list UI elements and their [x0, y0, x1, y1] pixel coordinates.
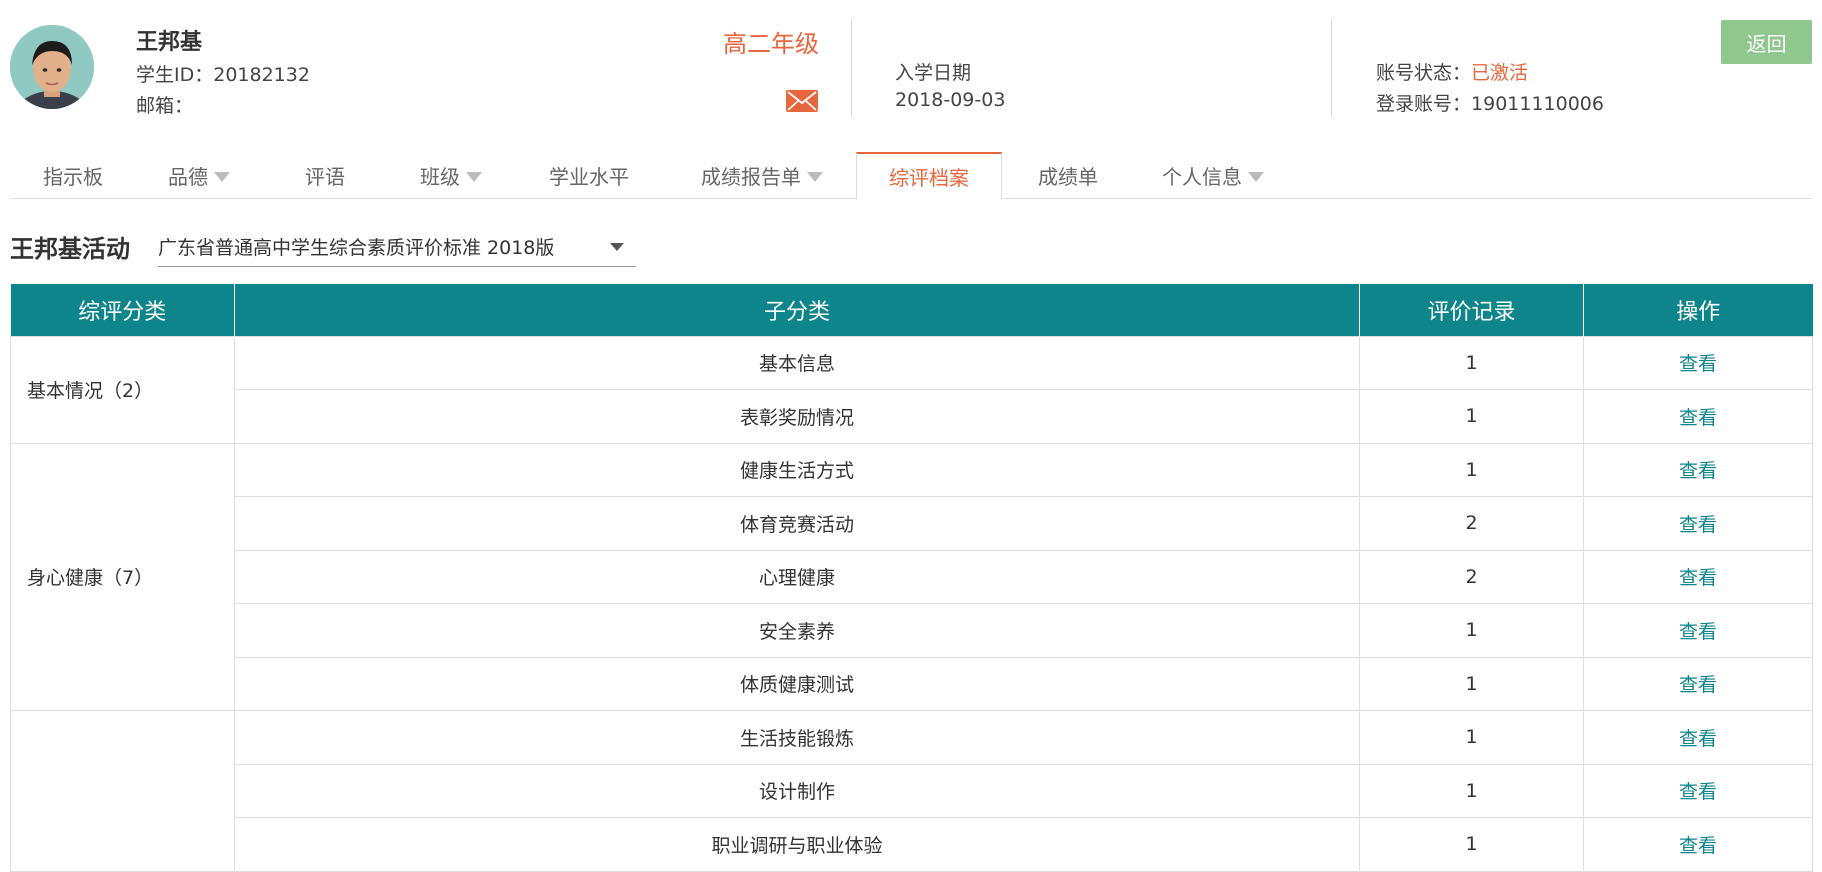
page-title: 王邦基活动 — [10, 235, 130, 263]
standard-select-value: 广东省普通高中学生综合素质评价标准 2018版 — [158, 236, 555, 259]
login-account: 登录账号：19011110006 — [1376, 89, 1604, 116]
table-row: 职业调研与职业体验 1 查看 — [11, 817, 1813, 872]
caret-down-icon — [807, 172, 823, 182]
table-row: 设计制作 1 查看 — [11, 763, 1813, 818]
record-count-cell: 2 — [1359, 549, 1584, 604]
column-header: 子分类 — [234, 284, 1360, 336]
student-name: 王邦基 — [136, 30, 203, 55]
student-id: 学生ID：20182132 — [136, 64, 310, 86]
student-avatar-image — [10, 25, 94, 109]
account-status-label: 账号状态： — [1376, 62, 1472, 84]
view-link[interactable]: 查看 — [1583, 656, 1813, 711]
login-account-value: 19011110006 — [1471, 93, 1604, 115]
record-count-cell: 2 — [1359, 496, 1584, 551]
category-cell — [10, 710, 235, 872]
caret-down-icon — [1248, 172, 1264, 182]
record-count-cell: 1 — [1359, 335, 1584, 390]
record-count-cell: 1 — [1359, 389, 1584, 444]
evaluation-table: 综评分类 子分类 评价记录 操作 基本情况（2） 基本信息 1 查看 表彰奖励情… — [10, 284, 1813, 872]
tab-grade-report[interactable]: 成绩报告单 — [664, 152, 860, 199]
table-row: 表彰奖励情况 1 查看 — [11, 389, 1813, 444]
caret-down-icon — [466, 172, 482, 182]
avatar — [10, 25, 94, 109]
view-link[interactable]: 查看 — [1583, 817, 1813, 872]
login-account-label: 登录账号： — [1376, 93, 1472, 115]
caret-down-icon — [610, 243, 624, 251]
subcategory-cell: 表彰奖励情况 — [234, 389, 1360, 444]
back-button[interactable]: 返回 — [1721, 20, 1812, 64]
enroll-date-label: 入学日期 — [895, 62, 972, 84]
column-header: 操作 — [1583, 284, 1813, 336]
tab-class[interactable]: 班级 — [388, 152, 514, 199]
view-link[interactable]: 查看 — [1583, 549, 1813, 604]
view-link[interactable]: 查看 — [1583, 335, 1813, 390]
grade-level: 高二年级 — [723, 30, 819, 58]
header-divider — [851, 19, 852, 117]
view-link[interactable]: 查看 — [1583, 496, 1813, 551]
table-row: 体育竞赛活动 2 查看 — [11, 496, 1813, 551]
subcategory-cell: 安全素养 — [234, 603, 1360, 658]
category-cell: 身心健康（7） — [10, 442, 235, 711]
account-status: 账号状态：已激活 — [1376, 58, 1528, 85]
subcategory-cell: 心理健康 — [234, 549, 1360, 604]
header-divider — [1331, 19, 1332, 117]
table-row: 基本情况（2） 基本信息 1 查看 — [10, 335, 1813, 444]
standard-select[interactable]: 广东省普通高中学生综合素质评价标准 2018版 — [158, 226, 636, 267]
subcategory-cell: 生活技能锻炼 — [234, 710, 1360, 765]
table-header-row: 综评分类 子分类 评价记录 操作 — [10, 284, 1813, 336]
table-row: 生活技能锻炼 1 查看 — [10, 710, 1813, 872]
record-count-cell: 1 — [1359, 442, 1584, 497]
table-row: 体质健康测试 1 查看 — [11, 656, 1813, 711]
subcategory-cell: 基本信息 — [234, 335, 1360, 390]
tab-academic-level[interactable]: 学业水平 — [514, 152, 664, 199]
tab-moral[interactable]: 品德 — [136, 152, 262, 199]
category-cell: 基本情况（2） — [10, 335, 235, 444]
column-header: 评价记录 — [1359, 284, 1584, 336]
subcategory-cell: 健康生活方式 — [234, 442, 1360, 497]
record-count-cell: 1 — [1359, 710, 1584, 765]
tab-dashboard[interactable]: 指示板 — [10, 152, 136, 199]
student-email: 邮箱： — [136, 95, 194, 117]
subcategory-cell: 体育竞赛活动 — [234, 496, 1360, 551]
view-link[interactable]: 查看 — [1583, 603, 1813, 658]
record-count-cell: 1 — [1359, 817, 1584, 872]
account-status-value: 已激活 — [1471, 62, 1529, 84]
tab-personal-info[interactable]: 个人信息 — [1134, 152, 1292, 199]
column-header: 综评分类 — [10, 284, 235, 336]
subcategory-cell: 职业调研与职业体验 — [234, 817, 1360, 872]
subcategory-cell: 体质健康测试 — [234, 656, 1360, 711]
record-count-cell: 1 — [1359, 763, 1584, 818]
view-link[interactable]: 查看 — [1583, 710, 1813, 765]
tab-transcript[interactable]: 成绩单 — [1002, 152, 1134, 199]
tab-bar: 指示板 品德 评语 班级 学业水平 成绩报告单 综评档案 成绩单 个人信息 — [10, 152, 1812, 200]
enroll-date-value: 2018-09-03 — [895, 89, 1006, 111]
table-row: 身心健康（7） 健康生活方式 1 查看 — [10, 442, 1813, 711]
record-count-cell: 1 — [1359, 603, 1584, 658]
mail-icon[interactable] — [786, 90, 818, 112]
table-row: 安全素养 1 查看 — [11, 603, 1813, 658]
view-link[interactable]: 查看 — [1583, 763, 1813, 818]
view-link[interactable]: 查看 — [1583, 442, 1813, 497]
tab-evaluation-archive[interactable]: 综评档案 — [856, 152, 1002, 200]
record-count-cell: 1 — [1359, 656, 1584, 711]
view-link[interactable]: 查看 — [1583, 389, 1813, 444]
subcategory-cell: 设计制作 — [234, 763, 1360, 818]
table-row: 心理健康 2 查看 — [11, 549, 1813, 604]
caret-down-icon — [214, 172, 230, 182]
tab-comments[interactable]: 评语 — [262, 152, 388, 199]
